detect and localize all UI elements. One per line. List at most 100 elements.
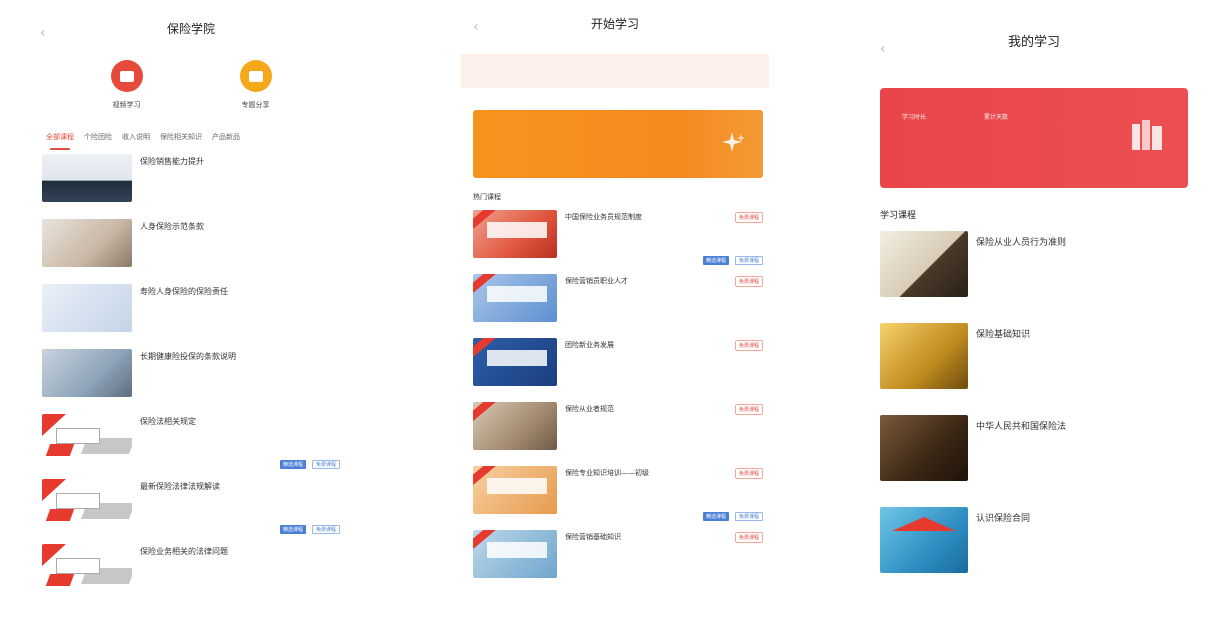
list-item[interactable]: 长期健康险投保的条款说明 bbox=[22, 349, 360, 414]
course-thumbnail bbox=[473, 466, 557, 514]
stats-banner bbox=[473, 110, 763, 178]
featured-tag: 精选课程 bbox=[279, 460, 306, 469]
course-title: 保险从业人员行为准则 bbox=[976, 238, 1067, 248]
stat-label: 累计天数 bbox=[984, 114, 1009, 121]
course-title: 保险销售能力提升 bbox=[140, 157, 204, 166]
course-title: 人身保险示范条款 bbox=[140, 222, 204, 231]
course-title: 保险从业者规范 bbox=[565, 405, 614, 413]
course-thumbnail bbox=[880, 231, 968, 297]
free-tag: 免费课程 bbox=[311, 460, 340, 469]
tab-3[interactable]: 保险相关知识 bbox=[160, 132, 202, 142]
course-title: 认识保险合同 bbox=[976, 514, 1031, 524]
course-title: 保险专业知识培训——初级 bbox=[565, 469, 649, 477]
free-badge: 免费课程 bbox=[734, 404, 763, 415]
navbar: ‹ 开始学习 bbox=[455, 0, 775, 46]
list-item[interactable]: 保险业务相关的法律问题 bbox=[22, 544, 360, 609]
course-title: 中国保险业务员规范制度 bbox=[565, 213, 642, 221]
course-list: 保险从业人员行为准则 保险基础知识 中华人民共和国保险法 认识保险合同 bbox=[870, 231, 1198, 599]
navbar: ‹ 保险学院 bbox=[22, 0, 360, 56]
list-item[interactable]: 保险从业者规范 免费课程 bbox=[455, 402, 775, 466]
page-title: 开始学习 bbox=[590, 16, 639, 31]
free-badge: 免费课程 bbox=[734, 532, 763, 543]
course-thumbnail bbox=[473, 402, 557, 450]
list-item[interactable]: 最新保险法律法规解读 精选课程 免费课程 bbox=[22, 479, 360, 544]
free-tag: 免费课程 bbox=[734, 256, 763, 265]
featured-tag: 精选课程 bbox=[702, 512, 729, 521]
list-item[interactable]: 保险销售能力提升 bbox=[22, 154, 360, 219]
course-thumbnail bbox=[42, 414, 132, 462]
tab-all[interactable]: 全部课程 bbox=[46, 132, 74, 150]
sparkle-icon bbox=[722, 132, 745, 152]
course-thumbnail bbox=[42, 284, 132, 332]
book-stack-icon bbox=[1132, 120, 1162, 150]
learning-stats-card: 学习时长 累计天数 bbox=[880, 88, 1188, 188]
section-title: 热门课程 bbox=[473, 193, 501, 201]
entry-label: 视频学习 bbox=[112, 101, 141, 109]
list-item[interactable]: 保险基础知识 bbox=[870, 323, 1198, 415]
course-title: 寿险人身保险的保险责任 bbox=[140, 287, 228, 296]
course-list: 中国保险业务员规范制度 免费课程 精选课程 免费课程 保险营销员职业人才 免费课… bbox=[455, 210, 775, 594]
list-item[interactable]: 中国保险业务员规范制度 免费课程 精选课程 免费课程 bbox=[455, 210, 775, 274]
tab-1[interactable]: 个险团险 bbox=[84, 132, 112, 142]
notice-banner bbox=[461, 54, 769, 88]
free-badge: 免费课程 bbox=[734, 212, 763, 223]
course-thumbnail bbox=[42, 349, 132, 397]
course-list: 保险销售能力提升 人身保险示范条款 寿险人身保险的保险责任 长期健康险投保的条款… bbox=[22, 154, 360, 609]
list-item[interactable]: 中华人民共和国保险法 bbox=[870, 415, 1198, 507]
course-title: 保险法相关规定 bbox=[140, 417, 196, 426]
list-item[interactable]: 寿险人身保险的保险责任 bbox=[22, 284, 360, 349]
course-thumbnail bbox=[473, 530, 557, 578]
back-icon[interactable]: ‹ bbox=[880, 42, 886, 56]
course-thumbnail bbox=[473, 210, 557, 258]
list-item[interactable]: 团险新业务发展 免费课程 bbox=[455, 338, 775, 402]
book-icon bbox=[110, 60, 143, 92]
stat-label: 学习时长 bbox=[902, 114, 927, 121]
tab-2[interactable]: 收入说明 bbox=[122, 132, 150, 142]
entry-label: 专题分享 bbox=[241, 101, 270, 109]
book-icon bbox=[239, 60, 272, 92]
course-thumbnail bbox=[42, 479, 132, 527]
course-thumbnail bbox=[880, 507, 968, 573]
my-learning-screen: ‹ 我的学习 学习时长 累计天数 学习课程 保险从业人员行为准则 保险基础知识 … bbox=[870, 0, 1198, 644]
course-title: 保险基础知识 bbox=[976, 330, 1031, 340]
list-item[interactable]: 保险营销员职业人才 免费课程 bbox=[455, 274, 775, 338]
course-thumbnail bbox=[880, 323, 968, 389]
free-badge: 免费课程 bbox=[734, 468, 763, 479]
course-thumbnail bbox=[473, 338, 557, 386]
list-item[interactable]: 认识保险合同 bbox=[870, 507, 1198, 599]
entry-video[interactable]: 视频学习 bbox=[110, 60, 143, 110]
course-thumbnail bbox=[42, 219, 132, 267]
navbar: ‹ 我的学习 bbox=[870, 0, 1198, 80]
course-thumbnail bbox=[42, 154, 132, 202]
free-tag: 免费课程 bbox=[311, 525, 340, 534]
page-title: 保险学院 bbox=[166, 21, 215, 36]
free-tag: 免费课程 bbox=[734, 512, 763, 521]
course-thumbnail bbox=[473, 274, 557, 322]
entry-topic[interactable]: 专题分享 bbox=[239, 60, 272, 110]
course-title: 团险新业务发展 bbox=[565, 341, 614, 349]
category-tabs: 全部课程 个险团险 收入说明 保险相关知识 产品新品 bbox=[22, 132, 360, 152]
tab-4[interactable]: 产品新品 bbox=[212, 132, 240, 142]
course-title: 长期健康险投保的条款说明 bbox=[140, 352, 236, 361]
course-thumbnail bbox=[42, 544, 132, 592]
section-title: 学习课程 bbox=[880, 211, 917, 221]
course-title: 最新保险法律法规解读 bbox=[140, 482, 220, 491]
list-item[interactable]: 保险法相关规定 精选课程 免费课程 bbox=[22, 414, 360, 479]
list-item[interactable]: 保险营销基础知识 免费课程 bbox=[455, 530, 775, 594]
list-item[interactable]: 保险从业人员行为准则 bbox=[870, 231, 1198, 323]
featured-tag: 精选课程 bbox=[279, 525, 306, 534]
course-title: 保险营销员职业人才 bbox=[565, 277, 628, 285]
course-title: 保险业务相关的法律问题 bbox=[140, 547, 228, 556]
start-learning-screen: ‹ 开始学习 热门课程 中国保险业务员规范制度 免费课程 精选课程 免费课程 保… bbox=[455, 0, 775, 644]
course-title: 中华人民共和国保险法 bbox=[976, 422, 1067, 432]
course-center-screen: ‹ 保险学院 视频学习 专题分享 全部课程 个险团险 收入说明 保险相关知识 产… bbox=[22, 0, 360, 644]
list-item[interactable]: 人身保险示范条款 bbox=[22, 219, 360, 284]
page-title: 我的学习 bbox=[1007, 34, 1060, 50]
course-thumbnail bbox=[880, 415, 968, 481]
back-icon[interactable]: ‹ bbox=[473, 20, 479, 34]
list-item[interactable]: 保险专业知识培训——初级 免费课程 精选课程 免费课程 bbox=[455, 466, 775, 530]
featured-tag: 精选课程 bbox=[702, 256, 729, 265]
back-icon[interactable]: ‹ bbox=[40, 26, 46, 40]
free-badge: 免费课程 bbox=[734, 276, 763, 287]
course-title: 保险营销基础知识 bbox=[565, 533, 621, 541]
